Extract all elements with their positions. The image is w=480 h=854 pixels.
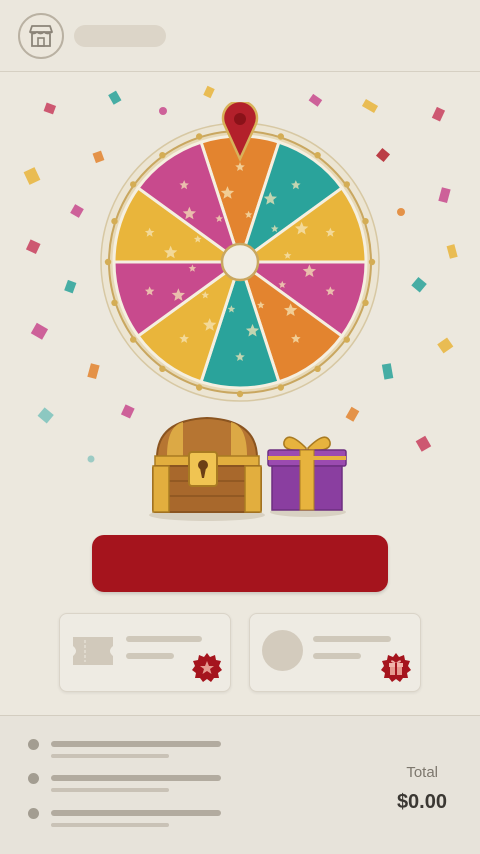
wheel-rivet [130,181,137,188]
prize-wheel[interactable] [96,99,384,412]
wheel-rivet [314,365,321,372]
card-subtitle-placeholder [126,653,174,659]
wheel-rivet [362,299,369,306]
top-bar [0,0,480,72]
wheel-rivet [368,258,376,266]
total-value: $0.00 [396,791,447,813]
summary-line-item [26,771,226,797]
order-summary-footer: Total $0.00 [0,715,480,854]
wheel-rivet [130,336,137,343]
gift-badge-icon [381,653,411,682]
wheel-rivet [111,299,118,306]
wheel-rivet [277,384,284,391]
wheel-rivet [362,218,369,225]
wheel-rivet [343,181,350,188]
wheel-rivet [343,336,350,343]
treasure-chest-icon [143,410,271,522]
card-subtitle-placeholder [313,653,361,659]
avatar-placeholder [262,630,303,671]
wheel-rivet [111,218,118,225]
summary-line-item [26,737,226,763]
summary-line-item [26,806,226,832]
wheel-rivet [236,390,244,398]
header-title-placeholder [74,25,166,47]
gift-box-icon [264,426,350,518]
reward-card-profile[interactable] [249,613,421,692]
reward-card-ticket[interactable] [59,613,231,692]
ticket-icon [73,637,113,665]
storefront-icon[interactable] [18,13,64,59]
card-title-placeholder [126,636,202,642]
card-title-placeholder [313,636,391,642]
spin-button[interactable] [92,535,388,592]
total-label: Total [406,764,438,781]
wheel-rivet [196,133,203,140]
wheel-rivet [159,365,166,372]
wheel-rivet [104,258,112,266]
star-badge-icon [192,653,222,682]
wheel-rivet [196,384,203,391]
prize-wheel-stage [0,72,480,715]
wheel-rivet [277,133,284,140]
wheel-rivet [314,152,321,159]
wheel-hub [220,242,260,282]
wheel-rivet [159,152,166,159]
